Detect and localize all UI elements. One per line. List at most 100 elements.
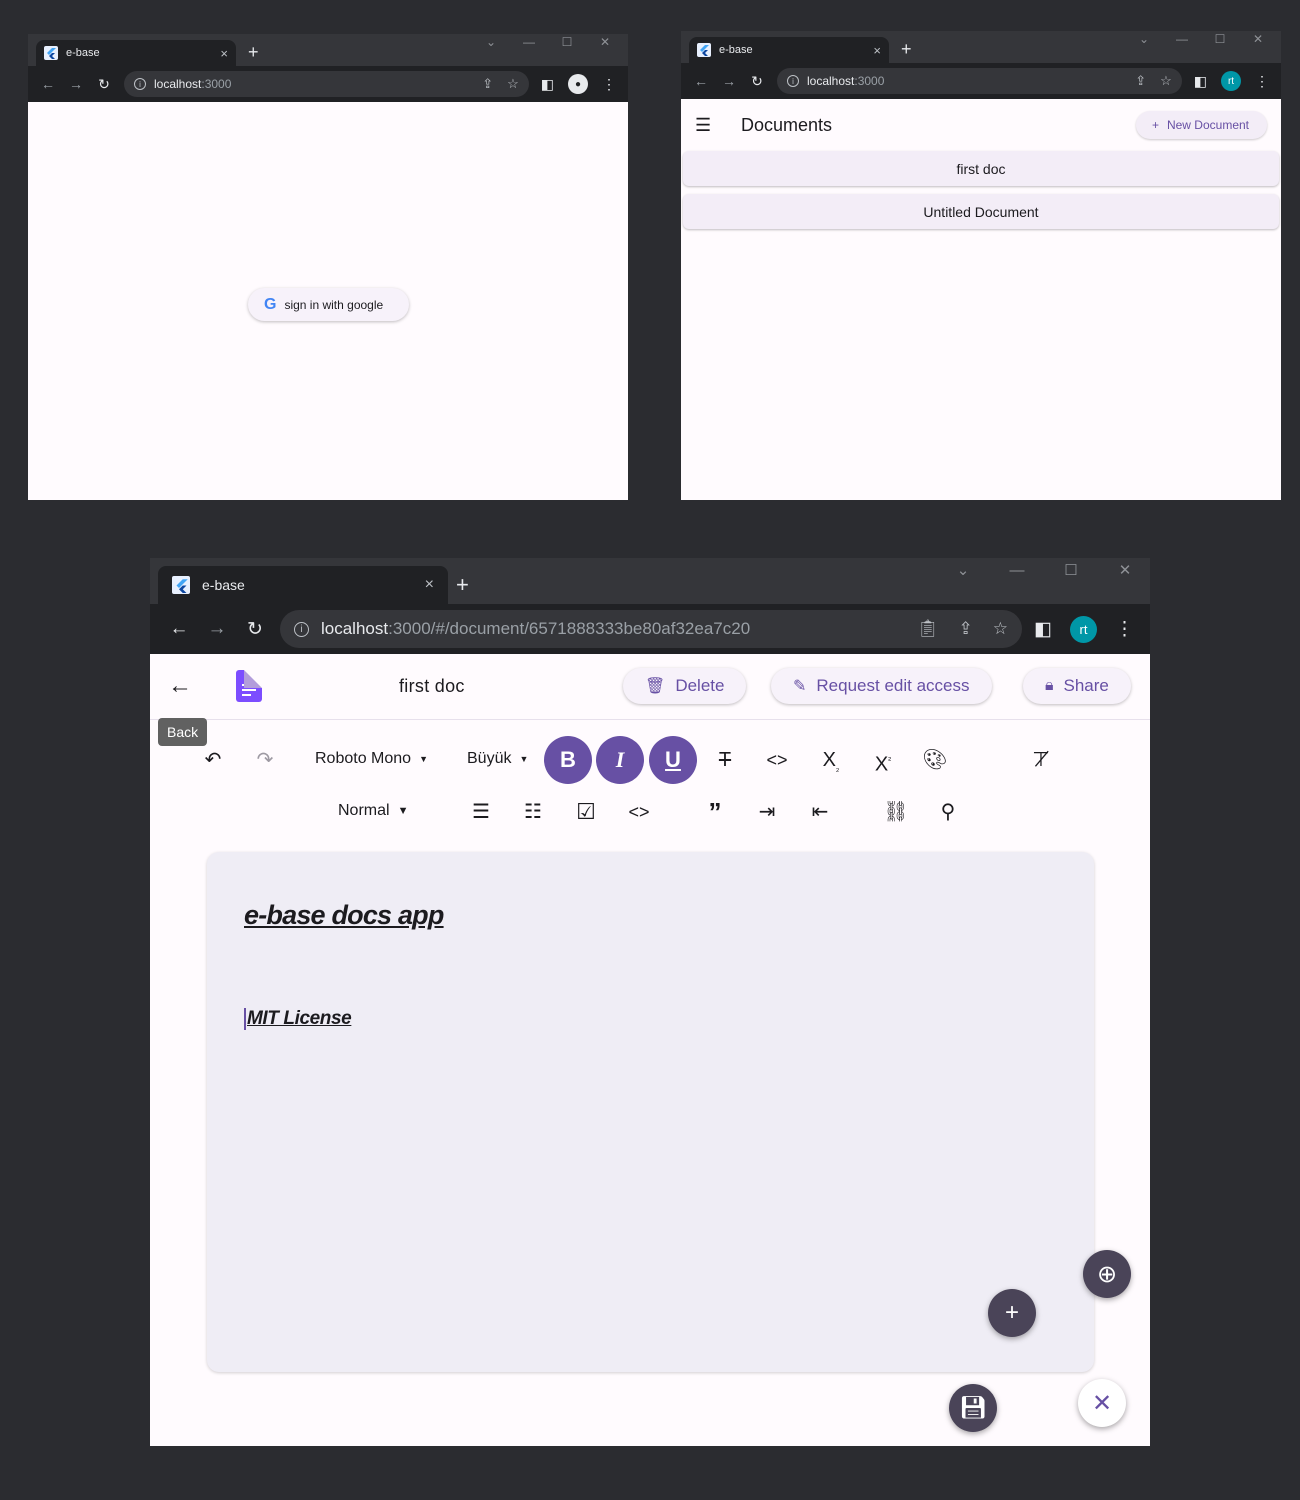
back-icon[interactable]: ← <box>160 618 198 640</box>
bold-icon[interactable]: B <box>544 736 592 784</box>
browser-tab[interactable]: e-base × <box>36 40 236 66</box>
maximize-icon[interactable]: ☐ <box>548 34 586 50</box>
save-icon[interactable]: 💾︎ <box>949 1384 997 1432</box>
plus-icon: + <box>1151 118 1159 132</box>
forward-icon[interactable]: → <box>715 73 743 89</box>
bookmark-star-icon[interactable]: ☆ <box>1160 73 1172 89</box>
side-panel-icon[interactable]: ◧ <box>541 76 554 93</box>
share-page-icon[interactable]: ⇪ <box>482 76 493 92</box>
superscript-icon[interactable]: X² <box>865 742 901 783</box>
trash-icon: 🗑︎ <box>645 678 666 695</box>
strikethrough-icon[interactable]: T <box>707 742 743 778</box>
url-host: localhost <box>154 77 202 91</box>
new-tab-button[interactable]: + <box>456 572 469 598</box>
indent-decrease-icon[interactable]: ⇤ <box>802 794 838 830</box>
tab-close-icon[interactable]: × <box>425 576 434 594</box>
clipboard-icon[interactable]: 📋︎ <box>917 619 939 639</box>
new-tab-button[interactable]: + <box>248 42 259 63</box>
zoom-in-icon[interactable]: ⊕ <box>1083 1250 1131 1298</box>
back-icon[interactable]: ← <box>34 76 62 92</box>
site-info-icon[interactable]: i <box>134 78 146 90</box>
forward-icon[interactable]: → <box>62 76 90 92</box>
redo-icon[interactable]: ↷ <box>247 742 283 778</box>
font-size-dropdown[interactable]: Büyük ▼ <box>467 750 528 768</box>
tab-title: e-base <box>202 577 245 593</box>
bullet-list-icon[interactable]: ☷ <box>515 794 551 830</box>
tab-strip: e-base × + ⌄ — ☐ ✕ <box>150 558 1150 604</box>
tab-close-icon[interactable]: × <box>873 43 881 58</box>
new-tab-button[interactable]: + <box>901 39 912 60</box>
profile-avatar[interactable]: rt <box>1221 71 1241 91</box>
caret-down-icon: ▼ <box>419 754 428 764</box>
document-title[interactable]: first doc <box>399 676 465 697</box>
profile-icon[interactable]: ● <box>568 74 588 94</box>
italic-icon[interactable]: I <box>596 736 644 784</box>
search-icon[interactable]: ⚲ <box>930 794 966 830</box>
undo-icon[interactable]: ↶ <box>195 742 231 778</box>
login-page: G sign in with google <box>28 102 628 500</box>
forward-icon[interactable]: → <box>198 618 236 640</box>
subscript-icon[interactable]: X₂ <box>813 742 849 786</box>
heading-style-dropdown[interactable]: Normal ▼ <box>338 802 408 820</box>
address-bar[interactable]: i localhost:3000 ⇪ ☆ <box>777 68 1182 94</box>
bookmark-star-icon[interactable]: ☆ <box>507 76 519 92</box>
back-icon[interactable]: ← <box>687 73 715 89</box>
maximize-icon[interactable]: ☐ <box>1201 31 1239 47</box>
browser-tab[interactable]: e-base × <box>689 37 889 63</box>
font-family-dropdown[interactable]: Roboto Mono ▼ <box>315 750 428 768</box>
chrome-menu-icon[interactable]: ⋮ <box>1115 618 1134 641</box>
maximize-icon[interactable]: ☐ <box>1044 558 1098 584</box>
quote-icon[interactable]: ” <box>697 794 733 830</box>
content-line[interactable]: MIT License <box>244 1008 352 1030</box>
minimize-icon[interactable]: — <box>510 34 548 50</box>
profile-avatar[interactable]: rt <box>1070 615 1097 643</box>
browser-tab[interactable]: e-base × <box>158 566 448 604</box>
checkbox-list-icon[interactable]: ☑ <box>568 794 604 830</box>
new-document-button[interactable]: + New Document <box>1135 111 1267 139</box>
indent-increase-icon[interactable]: ⇥ <box>749 794 785 830</box>
close-window-icon[interactable]: ✕ <box>586 34 624 50</box>
minimize-icon[interactable]: — <box>1163 31 1201 47</box>
close-window-icon[interactable]: ✕ <box>1098 558 1150 584</box>
tab-search-icon[interactable]: ⌄ <box>936 558 990 584</box>
clear-format-icon[interactable]: ⊤̸ <box>1023 742 1059 778</box>
bookmark-star-icon[interactable]: ☆ <box>993 619 1008 639</box>
address-bar[interactable]: i localhost:3000/#/document/6571888333be… <box>280 610 1023 648</box>
address-bar[interactable]: i localhost:3000 ⇪ ☆ <box>124 71 529 97</box>
tab-search-icon[interactable]: ⌄ <box>472 34 510 50</box>
chrome-menu-icon[interactable]: ⋮ <box>1255 73 1269 90</box>
site-info-icon[interactable]: i <box>294 621 309 637</box>
side-panel-icon[interactable]: ◧ <box>1194 73 1207 90</box>
code-block-icon[interactable]: <> <box>621 794 657 830</box>
minimize-icon[interactable]: — <box>990 558 1044 584</box>
close-window-icon[interactable]: ✕ <box>1239 31 1277 47</box>
share-page-icon[interactable]: ⇪ <box>959 619 973 639</box>
underline-icon[interactable]: U <box>649 736 697 784</box>
hamburger-menu-icon[interactable]: ☰ <box>695 115 741 136</box>
delete-button[interactable]: 🗑︎ Delete <box>623 668 747 704</box>
back-arrow-icon[interactable]: ← <box>168 672 192 700</box>
caret-down-icon: ▼ <box>519 754 529 764</box>
side-panel-icon[interactable]: ◧ <box>1034 618 1052 641</box>
share-page-icon[interactable]: ⇪ <box>1135 73 1146 89</box>
tab-search-icon[interactable]: ⌄ <box>1125 31 1163 47</box>
add-icon[interactable]: + <box>988 1289 1036 1337</box>
request-edit-access-button[interactable]: ✎ Request edit access <box>771 668 992 704</box>
palette-icon[interactable]: 🎨︎ <box>917 742 953 778</box>
share-button[interactable]: 🔒︎ Share <box>1023 668 1131 704</box>
editor-surface[interactable]: e-base docs app MIT License <box>207 852 1094 1372</box>
inline-code-icon[interactable]: <> <box>759 742 795 778</box>
reload-icon[interactable]: ↻ <box>90 76 118 93</box>
google-sign-in-button[interactable]: G sign in with google <box>248 288 409 321</box>
content-heading[interactable]: e-base docs app <box>244 900 444 931</box>
link-icon[interactable]: ⛓︎ <box>878 794 914 830</box>
tab-close-icon[interactable]: × <box>220 46 228 61</box>
chrome-menu-icon[interactable]: ⋮ <box>602 76 616 93</box>
document-card[interactable]: first doc <box>683 151 1279 186</box>
site-info-icon[interactable]: i <box>787 75 799 87</box>
reload-icon[interactable]: ↻ <box>236 618 274 641</box>
close-icon[interactable]: ✕ <box>1078 1379 1126 1427</box>
reload-icon[interactable]: ↻ <box>743 73 771 90</box>
numbered-list-icon[interactable]: ☰ <box>463 794 499 830</box>
document-card[interactable]: Untitled Document <box>683 194 1279 229</box>
